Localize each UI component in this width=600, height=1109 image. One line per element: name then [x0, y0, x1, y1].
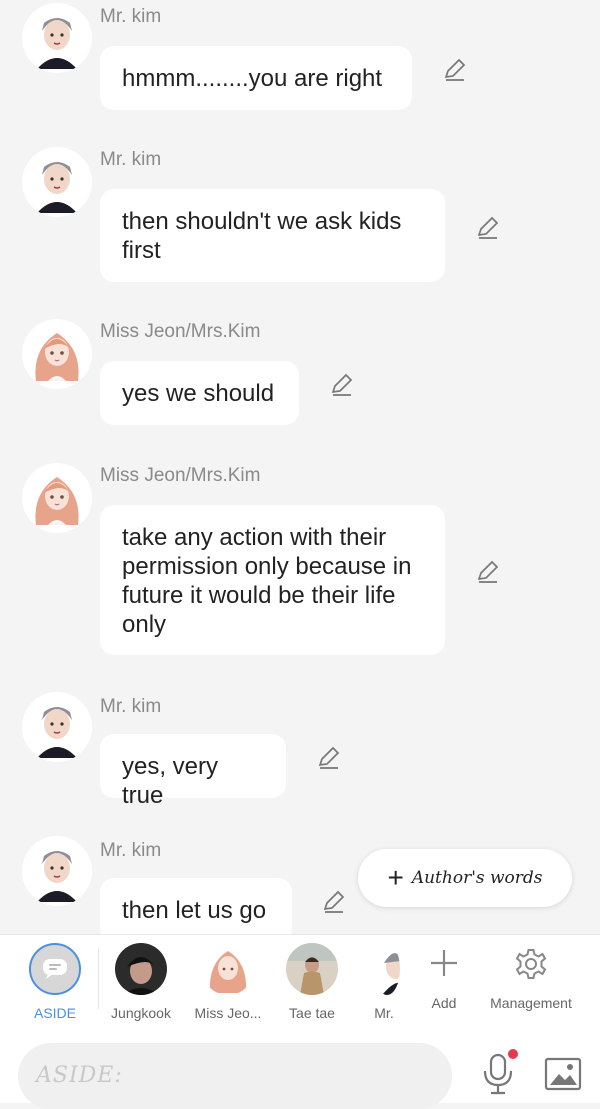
- cast-label: Miss Jeo...: [194, 1005, 262, 1021]
- avatar[interactable]: [22, 3, 92, 73]
- message-bubble[interactable]: hmmm........you are right: [100, 46, 412, 110]
- cast-label: Tae tae: [289, 1005, 335, 1021]
- miss-jeon-avatar-icon: [202, 943, 254, 995]
- edit-icon[interactable]: [474, 215, 500, 241]
- voice-button[interactable]: [478, 1047, 518, 1097]
- avatar: [374, 943, 400, 995]
- microphone-icon: [483, 1049, 518, 1095]
- mr-kim-avatar-icon: [22, 692, 92, 762]
- edit-icon[interactable]: [320, 889, 346, 915]
- image-icon: [544, 1057, 582, 1091]
- avatar: [286, 943, 338, 995]
- avatar: [202, 943, 254, 995]
- composer: ASIDE:: [0, 1033, 600, 1109]
- edit-icon[interactable]: [315, 745, 341, 771]
- cast-item-tae-tae[interactable]: Tae tae: [272, 943, 352, 1021]
- mr-kim-avatar-icon: [22, 836, 92, 906]
- edit-icon[interactable]: [474, 559, 500, 585]
- management-label: Management: [490, 995, 572, 1011]
- cast-item-miss-jeon[interactable]: Miss Jeo...: [188, 943, 268, 1021]
- cast-label: Jungkook: [111, 1005, 171, 1021]
- plus-icon: +: [387, 862, 404, 893]
- mr-kim-avatar-icon: [22, 3, 92, 73]
- miss-jeon-avatar-icon: [22, 463, 92, 533]
- chat-area: Mr. kim hmmm........you are right Mr. ki…: [0, 0, 600, 934]
- avatar[interactable]: [22, 836, 92, 906]
- chat-bubble-icon: [43, 959, 67, 979]
- sender-name: Miss Jeon/Mrs.Kim: [100, 321, 261, 342]
- message-bubble[interactable]: take any action with their permission on…: [100, 505, 445, 655]
- edit-icon[interactable]: [328, 372, 354, 398]
- tae-tae-avatar-icon: [286, 943, 338, 995]
- jungkook-avatar-icon: [115, 943, 167, 995]
- mr-kim-avatar-icon: [22, 147, 92, 217]
- cast-item-aside[interactable]: ASIDE: [15, 943, 95, 1021]
- message-bubble[interactable]: then let us go: [100, 878, 292, 934]
- add-character-button[interactable]: Add: [404, 947, 484, 1011]
- authors-words-label: Author's words: [411, 868, 543, 888]
- edit-icon[interactable]: [441, 57, 467, 83]
- sender-name: Mr. kim: [100, 840, 162, 861]
- cast-item-jungkook[interactable]: Jungkook: [101, 943, 181, 1021]
- avatar[interactable]: [22, 463, 92, 533]
- message-bubble[interactable]: then shouldn't we ask kids first: [100, 189, 445, 282]
- cast-label: ASIDE: [33, 1005, 76, 1021]
- gear-icon: [515, 949, 547, 979]
- input-placeholder: ASIDE:: [36, 1063, 123, 1088]
- message-input[interactable]: ASIDE:: [18, 1043, 452, 1109]
- sender-name: Mr. kim: [100, 696, 162, 717]
- avatar[interactable]: [22, 147, 92, 217]
- add-label: Add: [431, 995, 457, 1011]
- mr-kim-avatar-icon: [374, 943, 400, 995]
- aside-avatar: [29, 943, 81, 995]
- avatar: [115, 943, 167, 995]
- avatar[interactable]: [22, 692, 92, 762]
- miss-jeon-avatar-icon: [22, 319, 92, 389]
- authors-words-button[interactable]: + Author's words: [358, 849, 572, 907]
- image-button[interactable]: [544, 1057, 582, 1091]
- management-button[interactable]: Management: [481, 947, 581, 1011]
- sender-name: Mr. kim: [100, 149, 162, 170]
- plus-icon: [431, 950, 457, 976]
- character-bar: ASIDE Jungkook Miss Jeo... Tae tae Mr. A…: [0, 934, 600, 1034]
- sender-name: Mr. kim: [100, 6, 162, 27]
- message-bubble[interactable]: yes we should: [100, 361, 299, 425]
- avatar[interactable]: [22, 319, 92, 389]
- message-bubble[interactable]: yes, very true: [100, 734, 286, 809]
- sender-name: Miss Jeon/Mrs.Kim: [100, 465, 261, 486]
- divider: [98, 949, 99, 1009]
